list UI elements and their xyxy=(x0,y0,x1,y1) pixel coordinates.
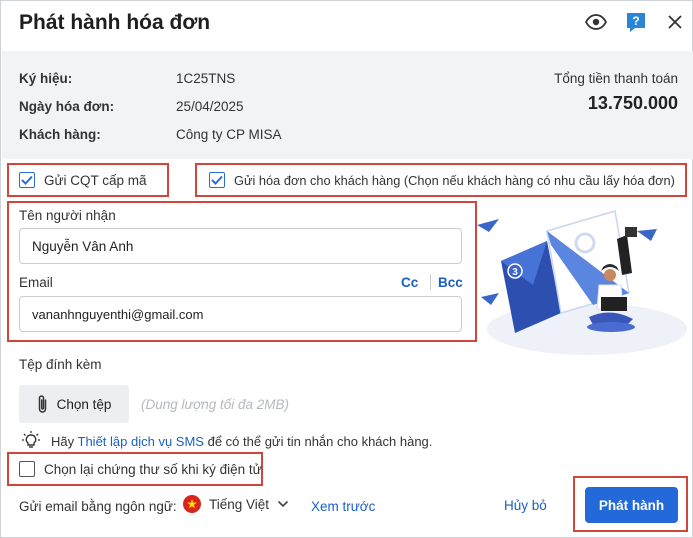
chevron-down-icon xyxy=(277,500,289,508)
bcc-link[interactable]: Bcc xyxy=(438,275,463,290)
email-illustration: 3 xyxy=(477,201,687,361)
email-value: vananhnguyenthi@gmail.com xyxy=(32,306,204,322)
sms-setup-link[interactable]: Thiết lập dịch vụ SMS xyxy=(78,434,204,449)
send-customer-label: Gửi hóa đơn cho khách hàng (Chọn nếu khá… xyxy=(234,172,675,188)
email-label: Email xyxy=(19,275,53,290)
symbol-value: 1C25TNS xyxy=(176,71,236,86)
invoice-date-label: Ngày hóa đơn: xyxy=(19,99,115,114)
send-customer-checkbox[interactable] xyxy=(209,172,225,188)
choose-file-button[interactable]: Chọn tệp xyxy=(19,385,129,423)
attachment-size-hint: (Dung lượng tối đa 2MB) xyxy=(141,397,290,412)
reselect-cert-checkbox-row[interactable]: Chọn lại chứng thư số khi ký điện tử xyxy=(19,461,262,477)
cc-link[interactable]: Cc xyxy=(401,275,418,290)
help-icon-glyph: ? xyxy=(632,14,639,28)
total-value: 13.750.000 xyxy=(587,93,678,113)
invoice-date-value: 25/04/2025 xyxy=(176,99,244,114)
help-icon[interactable]: ? xyxy=(624,10,648,34)
paperclip-icon xyxy=(38,395,46,413)
language-select[interactable]: Tiếng Việt xyxy=(183,495,289,513)
sms-tip-suffix: để có thể gửi tin nhắn cho khách hàng. xyxy=(207,434,433,449)
send-tax-checkbox-row[interactable]: Gửi CQT cấp mã xyxy=(19,172,147,188)
sms-tip: Hãy Thiết lập dịch vụ SMS để có thể gửi … xyxy=(51,434,432,449)
preview-link[interactable]: Xem trước xyxy=(311,499,375,514)
sms-tip-prefix: Hãy xyxy=(51,434,75,449)
attachment-label: Tệp đính kèm xyxy=(19,357,102,372)
language-label: Gửi email bằng ngôn ngữ: xyxy=(19,499,177,514)
cc-bcc-divider xyxy=(430,274,431,290)
eye-icon[interactable] xyxy=(584,10,608,34)
send-customer-checkbox-row[interactable]: Gửi hóa đơn cho khách hàng (Chọn nếu khá… xyxy=(209,172,675,188)
issue-invoice-dialog: Phát hành hóa đơn ? Ký hiệu: 1C25TNS Ngà… xyxy=(0,0,693,538)
send-tax-label: Gửi CQT cấp mã xyxy=(44,172,147,188)
recipient-name-label: Tên người nhận xyxy=(19,208,116,223)
issue-invoice-button[interactable]: Phát hành xyxy=(585,487,678,523)
recipient-name-value: Nguyễn Vân Anh xyxy=(32,238,134,254)
language-value: Tiếng Việt xyxy=(209,496,270,512)
reselect-cert-label: Chọn lại chứng thư số khi ký điện tử xyxy=(44,461,262,477)
customer-value: Công ty CP MISA xyxy=(176,127,282,142)
symbol-label: Ký hiệu: xyxy=(19,71,73,86)
email-input[interactable]: vananhnguyenthi@gmail.com xyxy=(19,296,462,332)
cancel-button[interactable]: Hủy bỏ xyxy=(504,498,547,513)
customer-label: Khách hàng: xyxy=(19,127,101,142)
total-label: Tổng tiền thanh toán xyxy=(554,71,678,86)
recipient-name-input[interactable]: Nguyễn Vân Anh xyxy=(19,228,462,264)
send-tax-checkbox[interactable] xyxy=(19,172,35,188)
illustration-badge: 3 xyxy=(512,267,518,278)
choose-file-label: Chọn tệp xyxy=(56,396,112,412)
reselect-cert-checkbox[interactable] xyxy=(19,461,35,477)
dialog-title: Phát hành hóa đơn xyxy=(19,11,211,34)
vietnam-flag-icon xyxy=(183,495,201,513)
issue-invoice-label: Phát hành xyxy=(598,497,665,513)
close-icon[interactable] xyxy=(663,10,687,34)
